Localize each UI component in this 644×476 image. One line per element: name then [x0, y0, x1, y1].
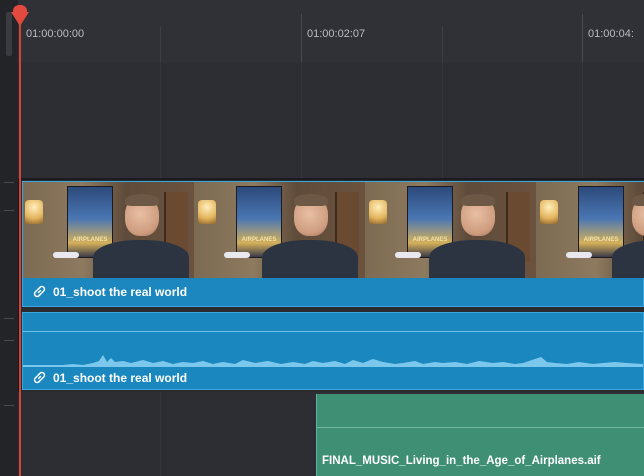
gutter-tick	[4, 340, 14, 341]
track-divider	[18, 178, 644, 180]
thumbnail-frame: AIRPLANES	[23, 182, 194, 278]
timecode-label: 01:00:00:00	[26, 28, 85, 40]
audio-clip-name: 01_shoot the real world	[53, 371, 188, 385]
video-clip[interactable]: AIRPLANES AIRPLANES AIRPLANES AIRPLANES …	[22, 181, 644, 307]
clip-label-bar: 01_shoot the real world	[23, 278, 643, 306]
audio-waveform	[23, 355, 643, 367]
video-clip-name: 01_shoot the real world	[53, 285, 188, 299]
gutter-tick	[4, 405, 14, 406]
track-grid-line	[160, 62, 161, 180]
thumbnail-frame: AIRPLANES	[194, 182, 365, 278]
link-icon	[33, 285, 46, 298]
thumbnail-frame: AIRPLANES	[536, 182, 644, 278]
ruler-major-tick	[582, 14, 583, 62]
music-clip-name: FINAL_MUSIC_Living_in_the_Age_of_Airplan…	[322, 455, 601, 467]
gutter-tick	[4, 318, 14, 319]
track-grid-line	[582, 62, 583, 180]
gutter-tick	[4, 210, 14, 211]
track-header-gutter[interactable]	[0, 0, 19, 476]
timecode-label: 01:00:02:07	[307, 28, 366, 40]
clip-thumbnails: AIRPLANES AIRPLANES AIRPLANES AIRPLANES	[23, 182, 644, 278]
track-grid-line	[160, 392, 161, 476]
ruler-major-tick	[301, 14, 302, 62]
timecode-ruler[interactable]: 01:00:00:00 01:00:02:07 01:00:04:	[18, 0, 644, 63]
track-grid-line	[442, 62, 443, 180]
ruler-minor-tick	[442, 26, 443, 62]
playhead-line[interactable]	[19, 16, 21, 476]
timecode-label: 01:00:04:	[588, 28, 634, 40]
track-grid-line	[301, 62, 302, 180]
thumbnail-frame: AIRPLANES	[365, 182, 536, 278]
ruler-minor-tick	[160, 26, 161, 62]
timeline-window: 01:00:00:00 01:00:02:07 01:00:04: AIRPLA…	[0, 0, 644, 476]
gutter-tick	[4, 182, 14, 183]
audio-level-line	[317, 427, 644, 428]
playhead-icon[interactable]	[11, 12, 29, 26]
audio-clip[interactable]: 01_shoot the real world	[22, 312, 644, 390]
empty-video-track-v2[interactable]	[18, 62, 644, 180]
music-clip[interactable]: FINAL_MUSIC_Living_in_the_Age_of_Airplan…	[316, 394, 644, 476]
link-icon	[33, 371, 46, 384]
